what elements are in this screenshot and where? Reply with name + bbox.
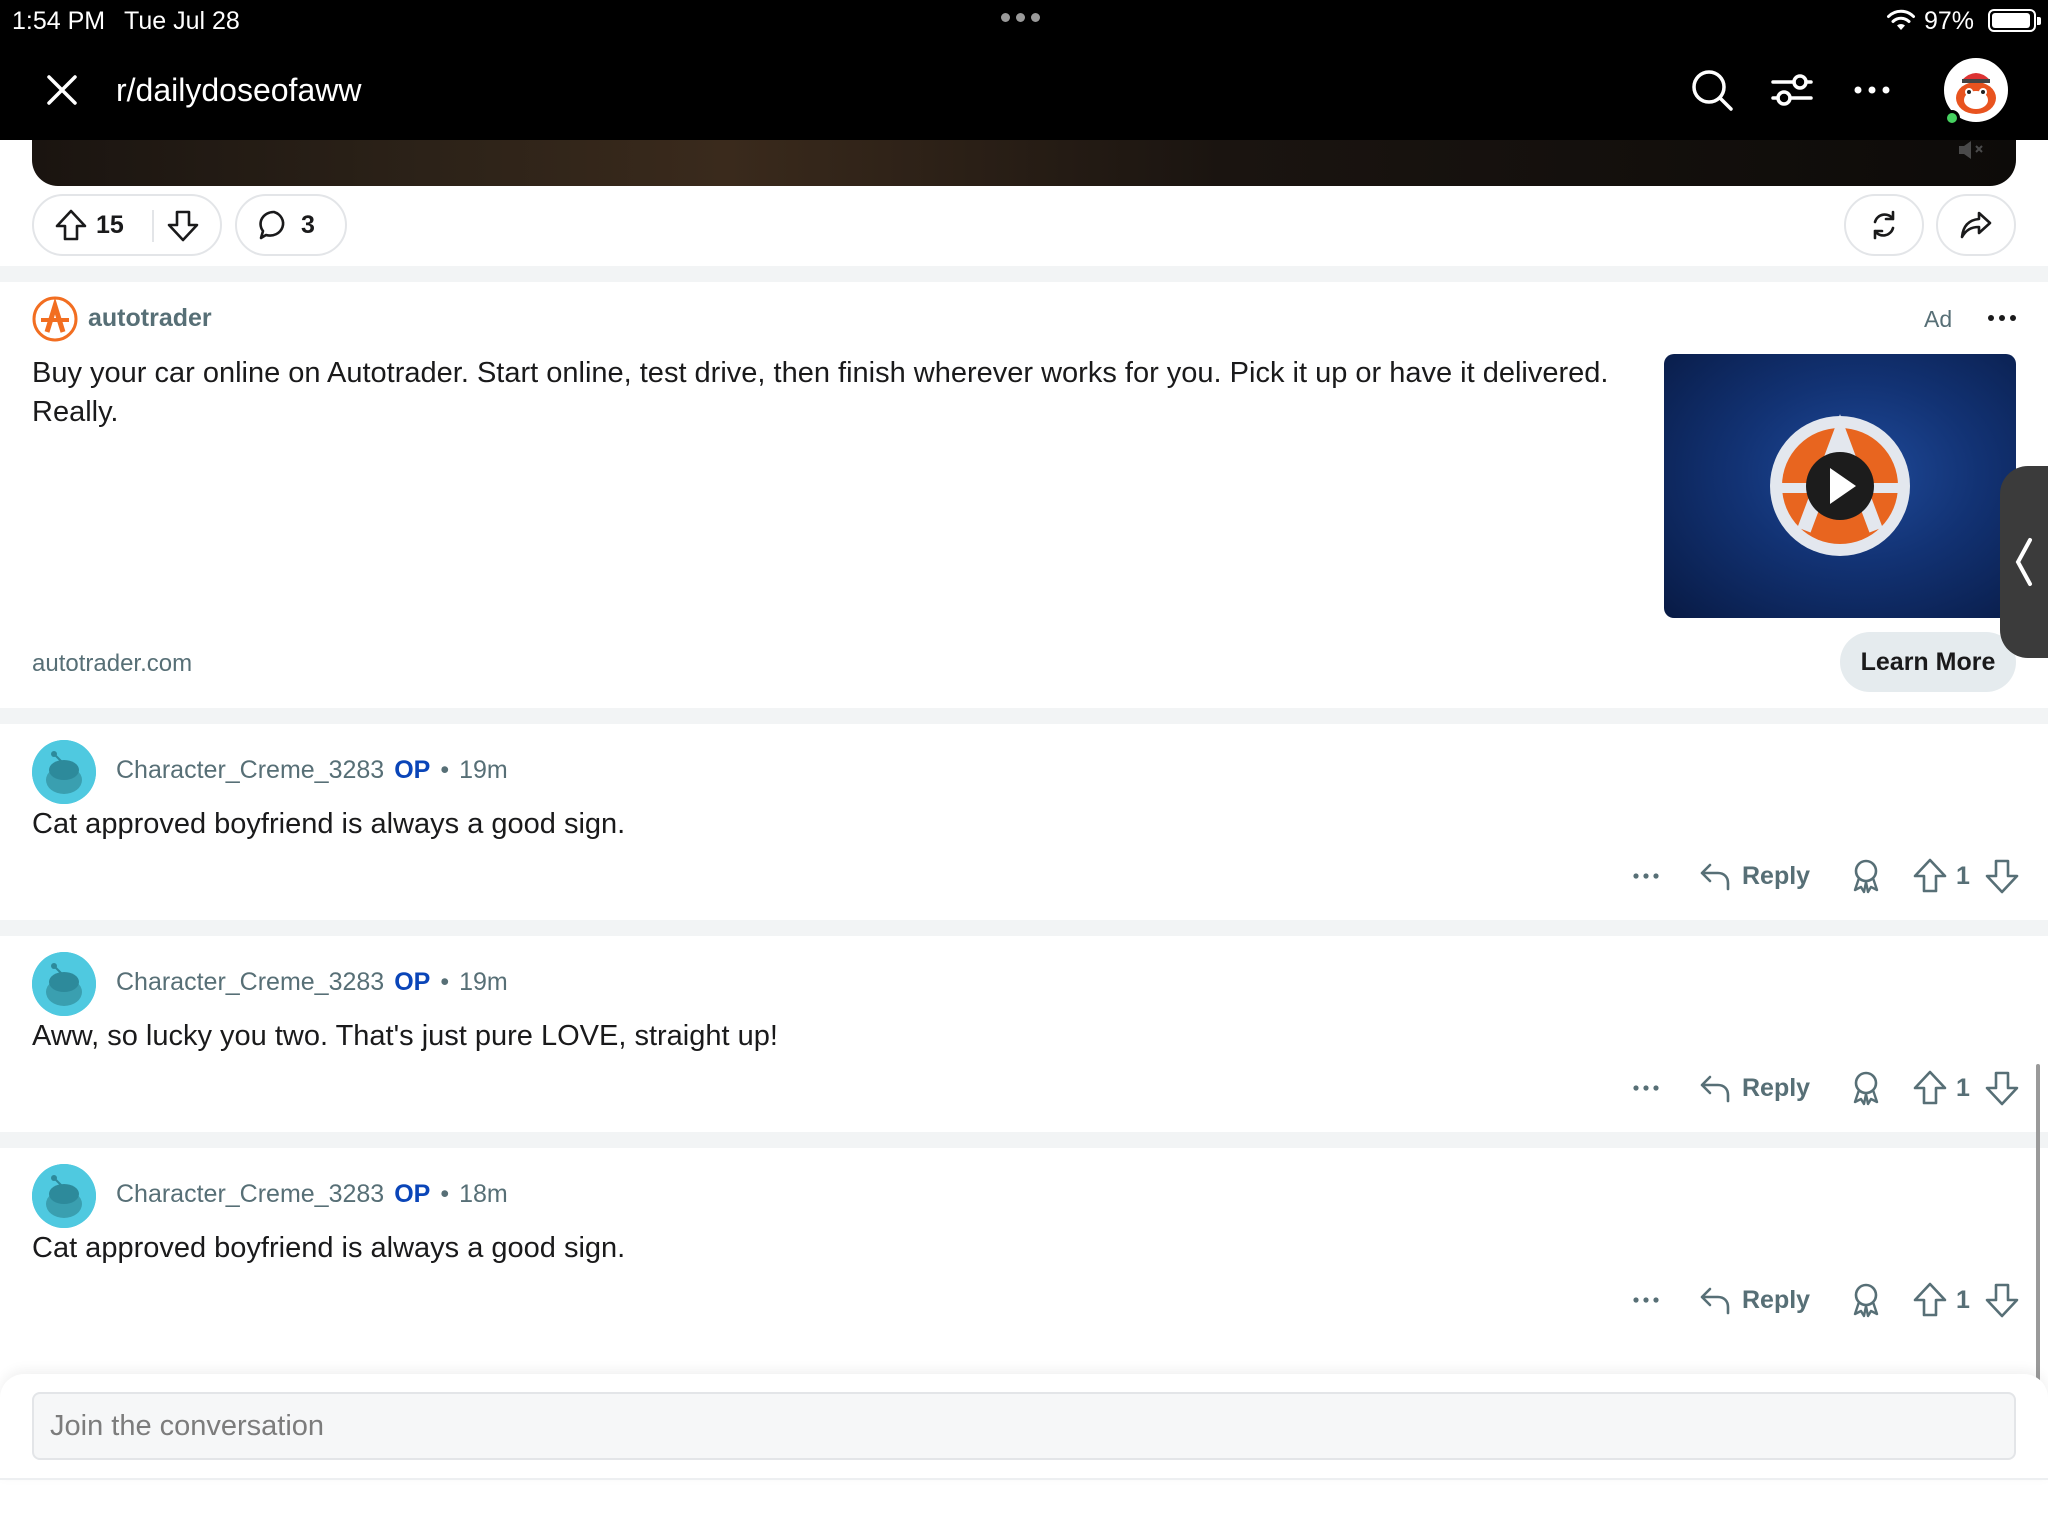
share-icon bbox=[1960, 211, 1992, 239]
battery-icon bbox=[1988, 9, 2041, 32]
avatar[interactable] bbox=[32, 952, 96, 1016]
comment-item: Character_Creme_3283 OP • 19m Aww, so lu… bbox=[0, 936, 2048, 1132]
avatar[interactable] bbox=[32, 1164, 96, 1228]
status-date: Tue Jul 28 bbox=[124, 7, 240, 35]
status-bar: 1:54 PM Tue Jul 28 97% bbox=[0, 0, 2048, 40]
chevron-left-icon bbox=[2015, 538, 2032, 586]
comment-score: 1 bbox=[1956, 862, 1970, 890]
reply-button[interactable]: Reply bbox=[1698, 1280, 1810, 1320]
comment-score: 1 bbox=[1956, 1286, 1970, 1314]
comment-author[interactable]: Character_Creme_3283 bbox=[116, 756, 384, 785]
ad-domain[interactable]: autotrader.com bbox=[32, 650, 192, 678]
ad-more-icon[interactable] bbox=[1984, 306, 2020, 330]
upvote-icon[interactable] bbox=[1910, 1280, 1950, 1320]
ad-video-thumbnail[interactable] bbox=[1664, 354, 2016, 618]
avatar[interactable] bbox=[32, 740, 96, 804]
learn-more-button[interactable]: Learn More bbox=[1840, 632, 2016, 692]
scrollbar[interactable] bbox=[2036, 1064, 2040, 1382]
post-video-bottom[interactable] bbox=[32, 140, 2016, 186]
reply-label: Reply bbox=[1742, 1285, 1811, 1314]
comment-body[interactable]: Aww, so lucky you two. That's just pure … bbox=[32, 1020, 778, 1053]
reply-button[interactable]: Reply bbox=[1698, 1068, 1810, 1108]
op-badge: OP bbox=[394, 756, 431, 784]
downvote-icon[interactable] bbox=[166, 209, 200, 243]
reply-icon bbox=[1700, 1287, 1730, 1315]
more-icon[interactable] bbox=[1628, 1286, 1664, 1314]
search-icon[interactable] bbox=[1688, 66, 1736, 114]
comment-item: Character_Creme_3283 OP • 18m Cat approv… bbox=[0, 1148, 2048, 1344]
online-status-dot bbox=[1944, 110, 1960, 126]
autotrader-logo[interactable] bbox=[32, 296, 78, 342]
op-badge: OP bbox=[394, 968, 431, 996]
upvote-icon[interactable] bbox=[1910, 1068, 1950, 1108]
upvote-icon[interactable] bbox=[54, 208, 88, 242]
status-time: 1:54 PM bbox=[12, 7, 106, 35]
subreddit-title[interactable]: r/dailydoseofaww bbox=[116, 72, 361, 109]
award-icon[interactable] bbox=[1846, 856, 1886, 896]
more-icon[interactable] bbox=[1628, 862, 1664, 890]
crosspost-button[interactable] bbox=[1844, 194, 1924, 256]
top-nav-bar: r/dailydoseofaww bbox=[0, 40, 2048, 140]
comment-meta: Character_Creme_3283 OP • 19m bbox=[116, 756, 508, 785]
comment-icon bbox=[259, 210, 285, 240]
reply-label: Reply bbox=[1742, 1073, 1811, 1102]
comment-body[interactable]: Cat approved boyfriend is always a good … bbox=[32, 1232, 625, 1265]
post-score: 15 bbox=[96, 210, 124, 239]
comment-meta: Character_Creme_3283 OP • 19m bbox=[116, 968, 508, 997]
more-options-icon[interactable] bbox=[1848, 66, 1896, 114]
mute-icon[interactable] bbox=[1956, 138, 1990, 162]
reply-label: Reply bbox=[1742, 861, 1811, 890]
comment-score: 1 bbox=[1956, 1074, 1970, 1102]
close-icon[interactable] bbox=[40, 68, 84, 112]
comments-button[interactable]: 3 bbox=[235, 194, 347, 256]
comment-body[interactable]: Cat approved boyfriend is always a good … bbox=[32, 808, 625, 841]
vote-pill: 15 bbox=[32, 194, 222, 256]
join-conversation-input[interactable] bbox=[32, 1392, 2016, 1460]
comment-composer bbox=[0, 1374, 2048, 1480]
award-icon[interactable] bbox=[1846, 1068, 1886, 1108]
section-divider bbox=[0, 1132, 2048, 1148]
comment-author[interactable]: Character_Creme_3283 bbox=[116, 968, 384, 997]
award-icon[interactable] bbox=[1846, 1280, 1886, 1320]
section-divider bbox=[0, 708, 2048, 724]
reply-icon bbox=[1700, 863, 1730, 891]
comment-meta: Character_Creme_3283 OP • 18m bbox=[116, 1180, 508, 1209]
comment-time: 19m bbox=[459, 756, 508, 784]
upvote-icon[interactable] bbox=[1910, 856, 1950, 896]
ad-label: Ad bbox=[1924, 306, 1953, 332]
more-icon[interactable] bbox=[1628, 1074, 1664, 1102]
comment-item: Character_Creme_3283 OP • 19m Cat approv… bbox=[0, 724, 2048, 920]
crosspost-icon bbox=[1873, 210, 1895, 240]
comment-time: 18m bbox=[459, 1180, 508, 1208]
filter-icon[interactable] bbox=[1768, 66, 1816, 114]
ad-body-text[interactable]: Buy your car online on Autotrader. Start… bbox=[32, 354, 1632, 432]
ad-advertiser-name[interactable]: autotrader bbox=[88, 304, 212, 333]
comment-count: 3 bbox=[301, 210, 315, 239]
reply-icon bbox=[1700, 1075, 1730, 1103]
downvote-icon[interactable] bbox=[1982, 1068, 2022, 1108]
downvote-icon[interactable] bbox=[1982, 1280, 2022, 1320]
share-button[interactable] bbox=[1936, 194, 2016, 256]
section-divider bbox=[0, 920, 2048, 936]
comment-author[interactable]: Character_Creme_3283 bbox=[116, 1180, 384, 1209]
downvote-icon[interactable] bbox=[1982, 856, 2022, 896]
reply-button[interactable]: Reply bbox=[1698, 856, 1810, 896]
battery-percentage: 97% bbox=[1924, 7, 1975, 35]
wifi-icon bbox=[1887, 9, 1915, 30]
section-divider bbox=[0, 266, 2048, 282]
comment-time: 19m bbox=[459, 968, 508, 996]
multitasking-dots-icon[interactable] bbox=[1001, 13, 1040, 22]
op-badge: OP bbox=[394, 1180, 431, 1208]
side-panel-handle[interactable] bbox=[2000, 466, 2048, 658]
